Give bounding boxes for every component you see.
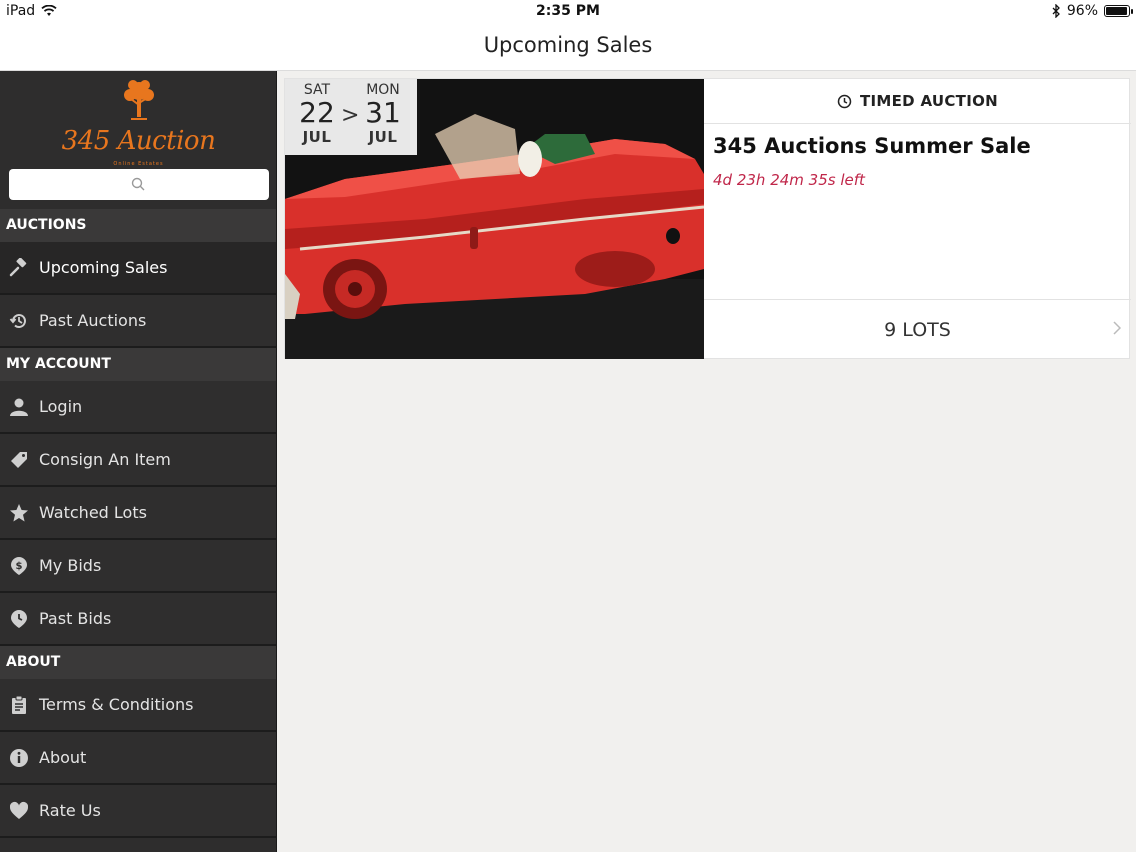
sidebar-item-label: About <box>39 748 87 767</box>
sale-info: TIMED AUCTION 345 Auctions Summer Sale 4… <box>704 79 1131 359</box>
sidebar-item-about[interactable]: About <box>0 732 276 785</box>
sidebar-item-past-auctions[interactable]: Past Auctions <box>0 295 276 348</box>
auction-type: TIMED AUCTION <box>859 92 998 110</box>
status-time: 2:35 PM <box>536 3 600 19</box>
sidebar-item-label: Consign An Item <box>39 450 171 469</box>
history-icon <box>9 311 29 331</box>
sidebar-item-upcoming-sales[interactable]: Upcoming Sales <box>0 242 276 295</box>
auction-type-bar: TIMED AUCTION <box>704 79 1131 124</box>
time-remaining: 4d 23h 24m 35s left <box>713 171 865 189</box>
battery-percent: 96% <box>1066 3 1098 19</box>
sidebar-item-past-bids[interactable]: Past Bids <box>0 593 276 646</box>
battery-icon <box>1104 5 1133 17</box>
search-field[interactable] <box>9 169 269 200</box>
lots-count: 9 LOTS <box>884 318 951 341</box>
user-icon <box>9 397 29 417</box>
sidebar-item-consign[interactable]: Consign An Item <box>0 434 276 487</box>
clock-icon <box>837 94 852 108</box>
tag-icon <box>9 450 29 470</box>
sidebar-item-label: Upcoming Sales <box>39 258 168 277</box>
sidebar-item-label: Login <box>39 397 83 416</box>
logo: 345 Auction Online Estates <box>0 71 276 169</box>
sidebar-item-my-bids[interactable]: $ My Bids <box>0 540 276 593</box>
info-icon <box>9 748 29 768</box>
tree-logo-icon <box>124 80 154 120</box>
lots-button[interactable]: 9 LOTS <box>704 299 1131 359</box>
sidebar-menu: AUCTIONS Upcoming Sales Past Auctions MY… <box>0 209 276 838</box>
heart-icon <box>9 801 29 821</box>
page-title: Upcoming Sales <box>483 33 653 57</box>
sidebar-item-label: Terms & Conditions <box>39 695 194 714</box>
logo-subtitle: Online Estates <box>113 161 164 167</box>
sidebar-item-label: My Bids <box>39 556 102 575</box>
start-month: JUL <box>302 128 332 146</box>
search-input[interactable] <box>9 169 269 200</box>
section-header-my-account: MY ACCOUNT <box>0 348 276 381</box>
logo-text: 345 Auction <box>61 126 216 156</box>
sidebar-item-login[interactable]: Login <box>0 381 276 434</box>
end-day: 31 <box>365 96 401 129</box>
sidebar: 345 Auction Online Estates AUCTIONS Upco… <box>0 71 277 852</box>
sale-photo: SAT 22 JUL > MON 31 JUL <box>285 79 704 359</box>
bluetooth-icon <box>1052 4 1060 18</box>
chevron-right-icon <box>1113 321 1121 335</box>
sale-title: 345 Auctions Summer Sale <box>713 134 1031 158</box>
status-bar: iPad 2:35 PM 96% <box>0 0 1136 24</box>
dollar-pin-icon: $ <box>9 556 29 576</box>
sidebar-item-watched-lots[interactable]: Watched Lots <box>0 487 276 540</box>
star-icon <box>9 503 29 523</box>
section-header-auctions: AUCTIONS <box>0 209 276 242</box>
sidebar-item-label: Past Bids <box>39 609 112 628</box>
clipboard-icon <box>9 695 29 715</box>
start-day: 22 <box>299 96 335 129</box>
section-header-about: ABOUT <box>0 646 276 679</box>
sidebar-item-label: Past Auctions <box>39 311 147 330</box>
navigation-bar: Upcoming Sales <box>0 24 1136 71</box>
sale-card[interactable]: SAT 22 JUL > MON 31 JUL TIMED AUCTION 34… <box>284 78 1131 359</box>
sidebar-item-rate-us[interactable]: Rate Us <box>0 785 276 838</box>
clock-pin-icon <box>9 609 29 629</box>
gavel-icon <box>9 257 29 278</box>
end-month: JUL <box>368 128 398 146</box>
date-range-badge: SAT 22 JUL > MON 31 JUL <box>285 79 417 155</box>
sidebar-item-terms[interactable]: Terms & Conditions <box>0 679 276 732</box>
svg-text:$: $ <box>16 561 23 572</box>
sidebar-item-label: Watched Lots <box>39 503 147 522</box>
sidebar-item-label: Rate Us <box>39 801 101 820</box>
